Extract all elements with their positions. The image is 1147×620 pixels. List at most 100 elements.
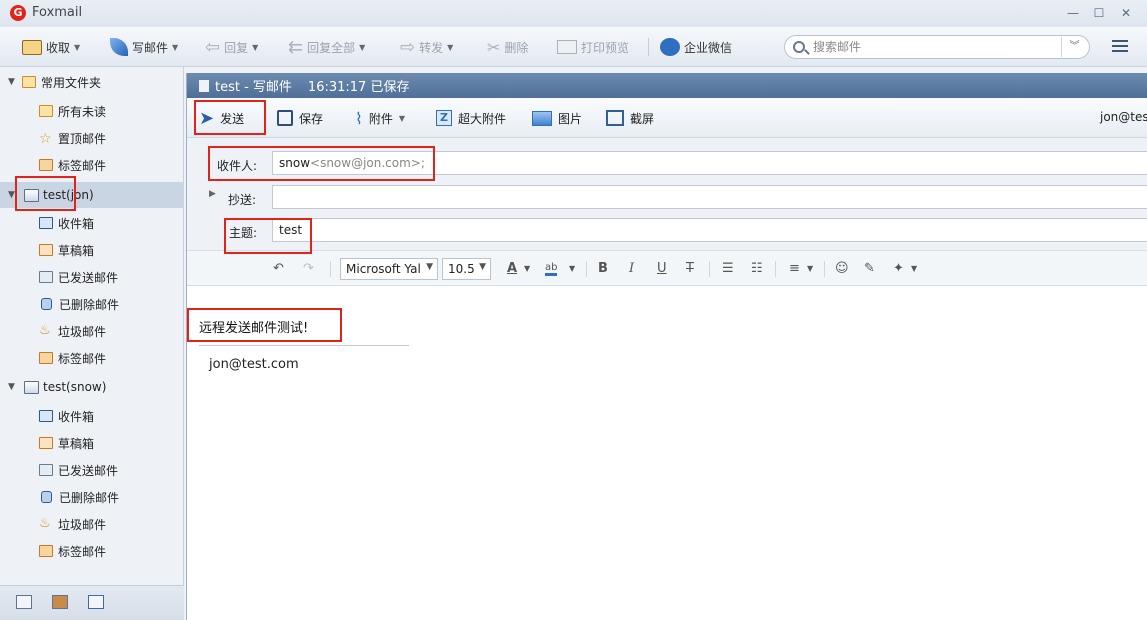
- image-button[interactable]: 图片: [532, 107, 582, 129]
- search-options-chevron-icon[interactable]: ︾: [1061, 37, 1087, 57]
- underline-icon[interactable]: U: [657, 261, 667, 276]
- main-toolbar: 收取 ▼ 写邮件 ▼ ⇦ 回复 ▼ ⇇ 回复全部 ▼ ⇨ 转发 ▼ ✂ 删除 打印预览 企…: [0, 27, 1147, 67]
- forward-button[interactable]: ⇨ 转发 ▼: [400, 36, 453, 58]
- search-icon: [793, 41, 805, 53]
- expand-arrow-icon[interactable]: ▼: [8, 77, 15, 87]
- drafts-icon: [39, 244, 53, 256]
- chevron-down-icon: ▼: [172, 42, 179, 52]
- fire-icon: ♨: [39, 323, 51, 338]
- cc-label: 抄送:: [228, 193, 257, 207]
- minimize-button[interactable]: —: [1062, 4, 1084, 22]
- maximize-button[interactable]: ☐: [1088, 4, 1110, 22]
- clear-format-icon[interactable]: ✎: [864, 261, 875, 276]
- save-button[interactable]: 保存: [277, 107, 323, 129]
- bold-icon[interactable]: B: [598, 261, 608, 276]
- chevron-down-icon: ▼: [74, 42, 81, 52]
- sidebar-item-drafts[interactable]: 草稿箱: [0, 237, 184, 263]
- search-input[interactable]: [813, 39, 1048, 55]
- screenshot-button[interactable]: 截屏: [606, 107, 654, 129]
- expand-arrow-icon[interactable]: ▼: [8, 382, 15, 392]
- signature-text: jon@test.com: [209, 357, 299, 372]
- large-attach-button[interactable]: Z 超大附件: [436, 107, 506, 129]
- contacts-icon[interactable]: [52, 595, 68, 609]
- compose-title: test - 写邮件: [215, 80, 292, 95]
- delete-x-icon: ✂: [487, 37, 501, 57]
- highlight-color-icon[interactable]: ab: [545, 262, 558, 276]
- sender-account: jon@tes: [1100, 110, 1147, 124]
- folder-icon: [22, 76, 36, 88]
- highlight-box: [187, 308, 342, 342]
- enterprise-wechat-button[interactable]: 企业微信: [660, 36, 732, 58]
- chevron-down-icon: ▼: [252, 42, 259, 52]
- expand-arrow-icon[interactable]: ▼: [8, 190, 15, 200]
- chevron-down-icon: ▼: [426, 262, 433, 272]
- magic-wand-icon[interactable]: ✦: [893, 261, 904, 276]
- bullet-list-icon[interactable]: ☰: [722, 261, 734, 276]
- sidebar-item-tagged[interactable]: 标签邮件: [0, 538, 184, 564]
- sidebar-item-inbox[interactable]: 收件箱: [0, 210, 184, 236]
- sidebar-item-deleted[interactable]: 已删除邮件: [0, 484, 184, 510]
- toolbar-divider: [648, 38, 649, 56]
- sidebar-item-starred[interactable]: ☆ 置顶邮件: [0, 125, 184, 151]
- sidebar-item-unread[interactable]: 所有未读: [0, 98, 184, 124]
- sent-icon: [39, 271, 53, 283]
- sidebar-item-deleted[interactable]: 已删除邮件: [0, 291, 184, 317]
- chevron-down-icon[interactable]: ▼: [911, 264, 917, 273]
- chevron-down-icon[interactable]: ▼: [807, 264, 813, 273]
- calendar-icon[interactable]: [88, 595, 104, 609]
- close-button[interactable]: ✕: [1115, 4, 1137, 22]
- chevron-down-icon: ▼: [359, 42, 366, 52]
- chevron-down-icon[interactable]: ▼: [569, 264, 575, 273]
- account-test-snow[interactable]: ▼ test(snow): [0, 374, 184, 400]
- foxmail-logo-icon: G: [10, 5, 26, 21]
- menu-list-icon[interactable]: [1112, 40, 1128, 54]
- highlight-box: [15, 176, 76, 211]
- font-color-icon[interactable]: A: [507, 261, 517, 276]
- expand-arrow-icon[interactable]: ▶: [209, 189, 216, 199]
- reply-button[interactable]: ⇦ 回复 ▼: [205, 36, 258, 58]
- emoji-icon[interactable]: ☺: [835, 261, 849, 276]
- print-preview-button[interactable]: 打印预览: [557, 36, 629, 58]
- sidebar-item-junk[interactable]: ♨ 垃圾邮件: [0, 318, 184, 344]
- tag-folder-icon: [39, 545, 53, 557]
- reply-all-button[interactable]: ⇇ 回复全部 ▼: [288, 36, 365, 58]
- font-size-select[interactable]: 10.5 ▼: [442, 258, 491, 280]
- redo-icon[interactable]: ↷: [303, 261, 314, 276]
- common-folders-group[interactable]: ▼ 常用文件夹: [0, 69, 184, 95]
- sidebar-item-tagged[interactable]: 标签邮件: [0, 345, 184, 371]
- sidebar-item-sent[interactable]: 已发送邮件: [0, 457, 184, 483]
- chevron-down-icon[interactable]: ▼: [524, 264, 530, 273]
- sidebar-item-drafts[interactable]: 草稿箱: [0, 430, 184, 456]
- sidebar-item-junk[interactable]: ♨ 垃圾邮件: [0, 511, 184, 537]
- mail-icon[interactable]: [16, 595, 32, 609]
- delete-button[interactable]: ✂ 删除: [487, 36, 528, 58]
- save-disk-icon: [277, 110, 293, 126]
- numbered-list-icon[interactable]: ☷: [751, 261, 763, 276]
- forward-arrow-icon: ⇨: [400, 36, 416, 58]
- trash-icon: [41, 491, 52, 503]
- account-icon: [24, 380, 39, 394]
- drafts-icon: [39, 437, 53, 449]
- chevron-down-icon: ▼: [447, 42, 454, 52]
- subject-field[interactable]: test: [272, 218, 1147, 242]
- sidebar-item-tagged[interactable]: 标签邮件: [0, 152, 184, 178]
- strikethrough-icon[interactable]: T: [686, 261, 694, 276]
- sidebar-item-sent[interactable]: 已发送邮件: [0, 264, 184, 290]
- chevron-down-icon: ▼: [398, 113, 405, 123]
- image-icon: [532, 110, 552, 126]
- italic-icon[interactable]: I: [629, 261, 634, 276]
- attach-button[interactable]: ⌇ 附件 ▼: [355, 107, 405, 129]
- align-icon[interactable]: ≡: [789, 261, 800, 276]
- large-attachment-icon: Z: [436, 110, 452, 126]
- folder-sidebar: ▼ 常用文件夹 所有未读 ☆ 置顶邮件 标签邮件 ▼ test(jon) 收件箱 …: [0, 67, 184, 620]
- cc-field[interactable]: [272, 185, 1147, 209]
- receive-button[interactable]: 收取 ▼: [22, 36, 80, 58]
- sidebar-footer: [0, 585, 184, 620]
- search-box[interactable]: ︾: [784, 35, 1090, 59]
- sidebar-item-inbox[interactable]: 收件箱: [0, 403, 184, 429]
- font-family-select[interactable]: Microsoft Yal ▼: [340, 258, 438, 280]
- compose-button[interactable]: 写邮件 ▼: [110, 36, 178, 58]
- undo-icon[interactable]: ↶: [273, 261, 284, 276]
- fire-icon: ♨: [39, 516, 51, 531]
- folder-icon: [39, 105, 53, 117]
